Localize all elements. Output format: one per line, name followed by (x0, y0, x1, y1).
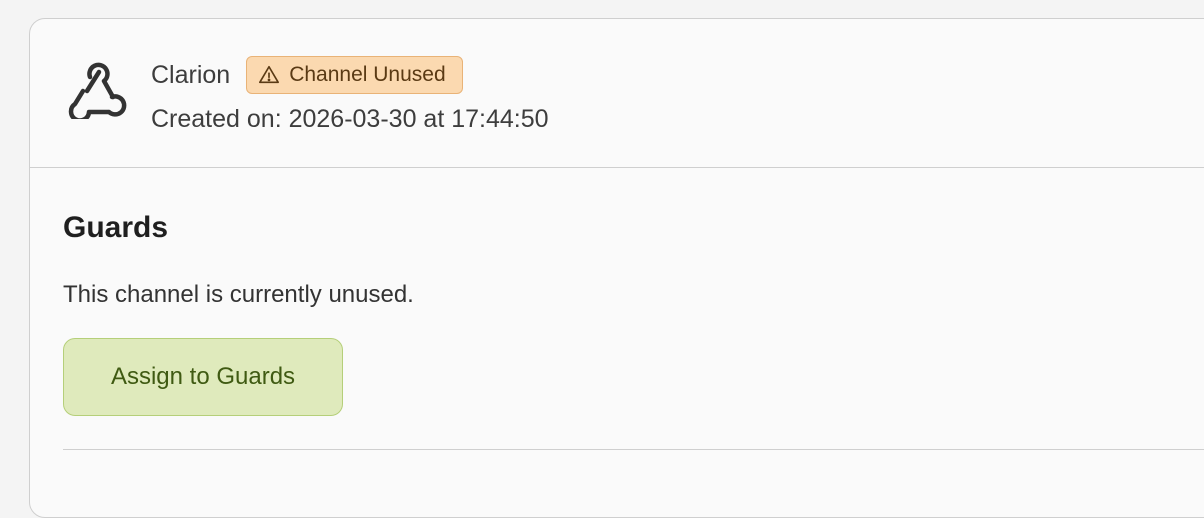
divider (63, 449, 1204, 450)
channel-card: Clarion Channel Unused Created on: 2026-… (29, 18, 1204, 518)
channel-title-row: Clarion Channel Unused (151, 55, 463, 95)
status-badge: Channel Unused (246, 56, 463, 94)
warning-icon (259, 65, 280, 84)
assign-to-guards-button[interactable]: Assign to Guards (63, 338, 343, 416)
channel-name: Clarion (151, 61, 231, 89)
section-title: Guards (63, 211, 169, 244)
section-description: This channel is currently unused. (63, 281, 414, 308)
webhook-icon (68, 62, 127, 119)
created-timestamp: Created on: 2026-03-30 at 17:44:50 (151, 105, 549, 133)
channel-header: Clarion Channel Unused Created on: 2026-… (30, 19, 1204, 168)
status-badge-label: Channel Unused (289, 63, 446, 86)
